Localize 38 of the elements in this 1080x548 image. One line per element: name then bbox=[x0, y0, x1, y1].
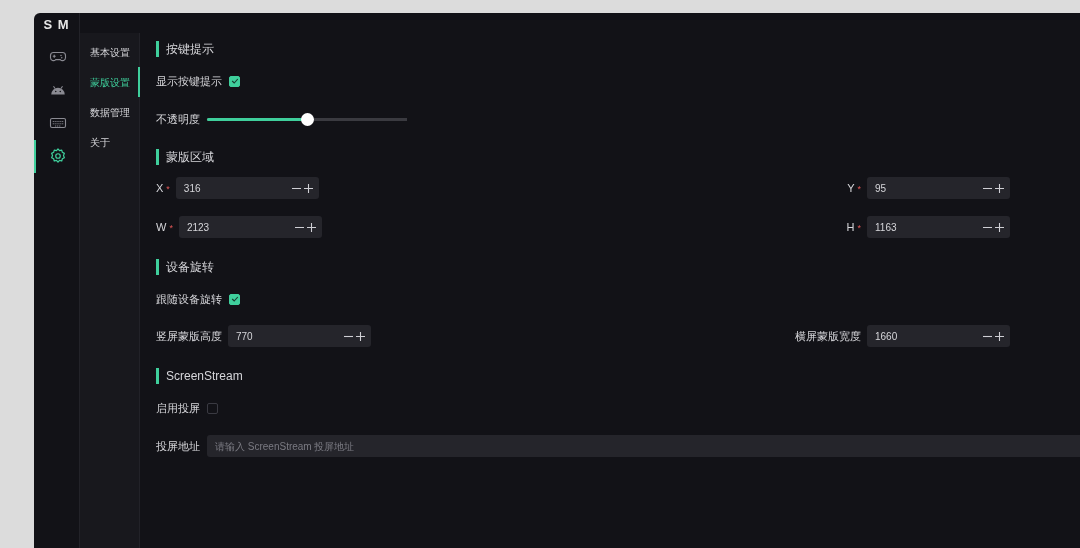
plus-icon[interactable] bbox=[303, 183, 313, 193]
number-field[interactable]: 95 bbox=[867, 177, 1010, 199]
checkbox-label: 跟随设备旋转 bbox=[156, 291, 222, 307]
nav-tab[interactable]: 关于 bbox=[80, 127, 140, 157]
slider-thumb[interactable] bbox=[301, 112, 314, 126]
plus-icon[interactable] bbox=[995, 331, 1004, 341]
plus-icon[interactable] bbox=[995, 222, 1004, 232]
section-title: 按键提示 bbox=[156, 41, 214, 57]
plus-icon[interactable] bbox=[995, 183, 1004, 193]
checkbox-label: 启用投屏 bbox=[156, 400, 200, 416]
text-field[interactable]: 请输入 ScreenStream 投屏地址 bbox=[207, 435, 1080, 457]
field-label: 竖屏蒙版高度 bbox=[156, 328, 222, 344]
number-field[interactable]: 316 bbox=[175, 177, 319, 199]
number-field[interactable]: 1163 bbox=[867, 216, 1010, 238]
section-title: ScreenStream bbox=[156, 368, 243, 384]
plus-icon[interactable] bbox=[306, 222, 316, 232]
slider-label: 不透明度 bbox=[156, 111, 200, 127]
settings-icon[interactable] bbox=[48, 147, 67, 165]
nav-tab[interactable]: 基本设置 bbox=[80, 37, 140, 67]
field-label: Y * bbox=[847, 180, 861, 196]
field-label: X * bbox=[156, 180, 170, 196]
plus-icon[interactable] bbox=[356, 331, 365, 341]
field-label: 横屏蒙版宽度 bbox=[795, 328, 861, 344]
field-label: H * bbox=[846, 219, 861, 235]
number-field[interactable]: 1660 bbox=[867, 325, 1010, 347]
number-field[interactable]: 770 bbox=[228, 325, 371, 347]
logo-text: S M bbox=[43, 16, 70, 34]
checkbox[interactable] bbox=[229, 75, 240, 87]
section-title: 蒙版区域 bbox=[156, 149, 214, 165]
checkbox[interactable] bbox=[207, 402, 218, 414]
number-field[interactable]: 2123 bbox=[178, 216, 322, 238]
field-label: 投屏地址 bbox=[156, 438, 200, 454]
nav-tab[interactable]: 数据管理 bbox=[80, 97, 140, 127]
nav-tab[interactable]: 蒙版设置 bbox=[80, 67, 140, 97]
section-title: 设备旋转 bbox=[156, 259, 214, 275]
checkbox[interactable] bbox=[229, 293, 240, 305]
checkbox-label: 显示按键提示 bbox=[156, 73, 222, 89]
field-label: W * bbox=[156, 219, 173, 235]
